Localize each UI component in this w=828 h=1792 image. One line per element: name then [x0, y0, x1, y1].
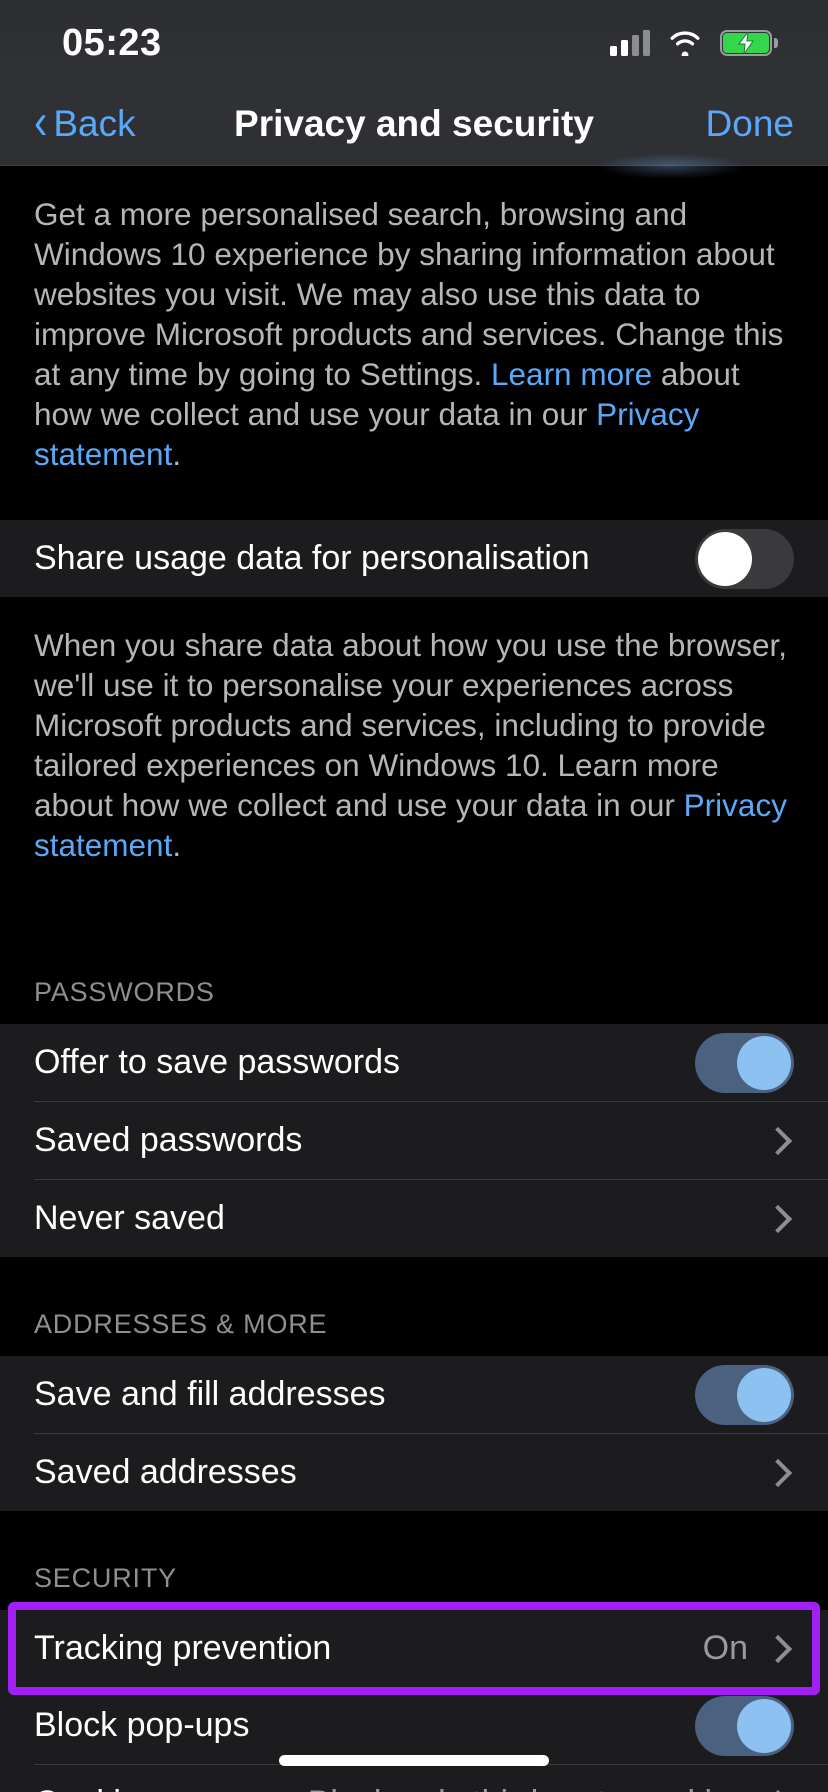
done-button[interactable]: Done [706, 103, 794, 145]
offer-to-save-passwords-toggle[interactable] [695, 1032, 794, 1093]
chevron-right-icon [763, 1458, 793, 1487]
row-value: Block only third party cookies [308, 1784, 748, 1792]
row-label: Never saved [34, 1199, 225, 1237]
row-label: Offer to save passwords [34, 1043, 400, 1081]
chevron-right-icon [763, 1634, 793, 1663]
note-text-2: . [172, 827, 182, 863]
row-label: Save and fill addresses [34, 1375, 386, 1413]
chevron-right-icon [763, 1126, 793, 1155]
battery-charging-icon [720, 30, 778, 56]
wifi-icon [668, 30, 702, 59]
row-save-and-fill-addresses[interactable]: Save and fill addresses [0, 1356, 828, 1433]
intro-text-3: . [172, 436, 182, 472]
chevron-right-icon [763, 1204, 793, 1233]
row-label: Tracking prevention [34, 1629, 332, 1667]
settings-list: Get a more personalised search, browsing… [0, 166, 828, 1792]
row-label: Saved addresses [34, 1453, 297, 1491]
row-label: Saved passwords [34, 1121, 303, 1159]
home-indicator[interactable] [279, 1755, 549, 1766]
section-header-passwords: PASSWORDS [0, 925, 828, 1024]
row-saved-passwords[interactable]: Saved passwords [0, 1102, 828, 1179]
row-tracking-prevention[interactable]: Tracking prevention On [0, 1610, 828, 1687]
section-header-security: SECURITY [0, 1511, 828, 1610]
chevron-left-icon: ‹ [34, 94, 48, 149]
tracking-prevention-highlight-wrap: Tracking prevention On [0, 1602, 828, 1695]
phone-screen: 05:23 ‹ Back Privacy and security Done G… [0, 0, 828, 1792]
section-passwords: Offer to save passwords Saved passwords … [0, 1024, 828, 1257]
block-pop-ups-toggle[interactable] [695, 1695, 794, 1756]
row-share-usage-data[interactable]: Share usage data for personalisation [0, 520, 828, 597]
row-label: Cookies [34, 1784, 308, 1792]
note-text-1: When you share data about how you use th… [34, 627, 787, 823]
navigation-bar: ‹ Back Privacy and security Done [0, 82, 828, 179]
row-never-saved[interactable]: Never saved [0, 1180, 828, 1257]
section-header-addresses: ADDRESSES & MORE [0, 1257, 828, 1356]
save-and-fill-addresses-toggle[interactable] [695, 1364, 794, 1425]
section-addresses: Save and fill addresses Saved addresses [0, 1356, 828, 1511]
row-offer-to-save-passwords[interactable]: Offer to save passwords [0, 1024, 828, 1101]
share-usage-note: When you share data about how you use th… [0, 597, 828, 925]
row-value: On [702, 1629, 748, 1667]
status-icons [610, 26, 778, 59]
learn-more-link[interactable]: Learn more [491, 356, 652, 392]
intro-paragraph: Get a more personalised search, browsing… [0, 166, 828, 520]
share-usage-data-toggle[interactable] [695, 528, 794, 589]
row-label: Block pop-ups [34, 1706, 250, 1744]
cellular-signal-icon [610, 30, 650, 56]
share-usage-group: Share usage data for personalisation [0, 520, 828, 597]
row-cookies[interactable]: Cookies Block only third party cookies [0, 1765, 828, 1792]
row-block-pop-ups[interactable]: Block pop-ups [0, 1687, 828, 1764]
status-time: 05:23 [62, 22, 162, 64]
status-bar: 05:23 [0, 0, 828, 82]
row-saved-addresses[interactable]: Saved addresses [0, 1434, 828, 1511]
back-button-label: Back [53, 102, 136, 144]
row-label: Share usage data for personalisation [34, 539, 590, 577]
back-button[interactable]: ‹ Back [34, 97, 136, 147]
